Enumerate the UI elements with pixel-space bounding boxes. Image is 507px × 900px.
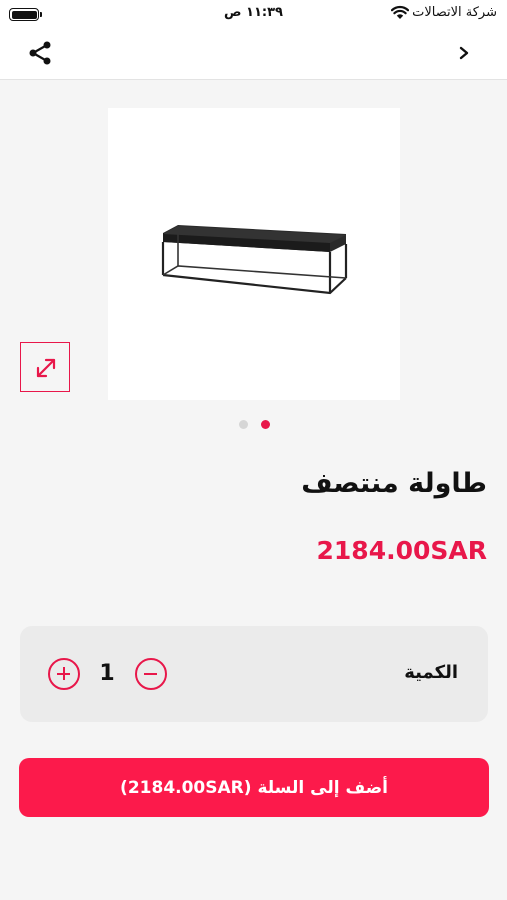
carousel-dot-active[interactable] (261, 420, 270, 429)
product-price: 2184.00SAR (316, 536, 487, 565)
share-icon[interactable] (27, 40, 53, 66)
expand-arrows-icon (36, 358, 56, 378)
expand-image-button[interactable] (20, 342, 70, 392)
product-title: طاولة منتصف (301, 468, 487, 499)
coffee-table-image (161, 225, 348, 295)
carousel-indicator (0, 420, 507, 430)
add-to-cart-button[interactable]: أضف إلى السلة (2184.00SAR) (19, 758, 489, 817)
wifi-icon (391, 5, 409, 19)
quantity-card: الكمية 1 (20, 626, 488, 722)
carousel-dot[interactable] (239, 420, 248, 429)
carrier-name: شركة الاتصالات (412, 5, 497, 20)
nav-bar (0, 30, 507, 80)
minus-circle-icon[interactable] (135, 658, 167, 690)
plus-circle-icon[interactable] (48, 658, 80, 690)
quantity-label: الكمية (404, 662, 458, 683)
status-bar: ١١:٣٩ ص شركة الاتصالات (0, 0, 507, 30)
quantity-value: 1 (99, 661, 115, 686)
product-image[interactable] (108, 108, 400, 400)
chevron-right-icon[interactable] (457, 42, 471, 64)
